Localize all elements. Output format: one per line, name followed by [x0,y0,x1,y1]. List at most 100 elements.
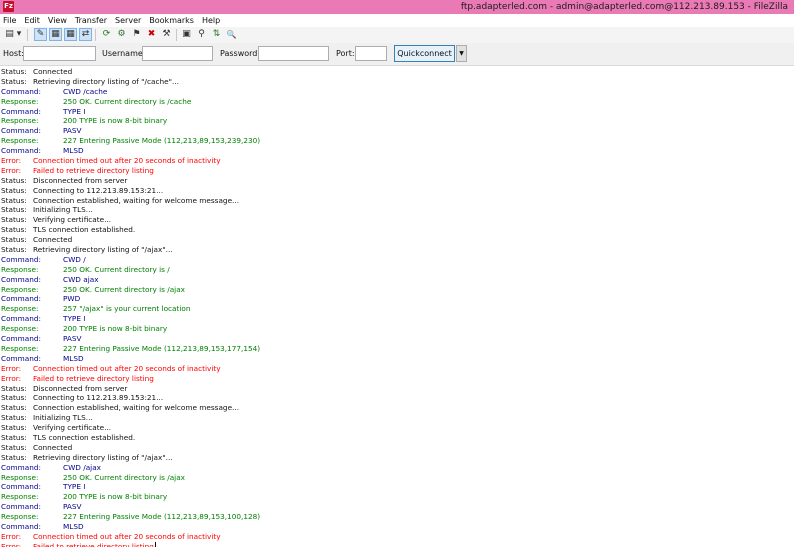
host-label: Host: [3,49,24,58]
log-entry-response: Response: 227 Entering Passive Mode (112,… [0,344,794,354]
log-entry-command: Command: TYPE I [0,107,794,117]
sync-browsing-icon[interactable]: ⇅ [210,28,223,41]
menu-bar: File Edit View Transfer Server Bookmarks Help [0,14,794,27]
password-input[interactable] [258,46,329,61]
log-entry-error: Error: Failed to retrieve directory listi… [0,166,794,176]
toggle-local-tree-icon[interactable]: ▦ [49,28,62,41]
log-entry-message: 200 TYPE is now 8-bit binary [63,324,168,334]
log-entry-message: Connected [33,442,73,452]
log-entry-status: Status: Disconnected from server [0,384,794,394]
log-entry-label: Error: [1,531,22,541]
log-entry-response: Response: 200 TYPE is now 8-bit binary [0,116,794,126]
log-entry-message: Retrieving directory listing of "/ajax".… [33,245,173,255]
log-entry-message: Verifying certificate... [33,423,112,433]
menu-file[interactable]: File [0,14,20,27]
port-input[interactable] [355,46,387,61]
log-entry-label: Response: [1,116,39,126]
log-entry-label: Response: [1,136,39,146]
password-label: Password: [220,49,261,58]
log-entry-error: Error: Connection timed out after 20 seco… [0,156,794,166]
search-files-icon[interactable]: 🔍 [225,28,238,41]
username-input[interactable] [142,46,213,61]
log-entry-message: 200 TYPE is now 8-bit binary [63,492,168,502]
log-entry-message: Retrieving directory listing of "/cache"… [33,76,179,86]
log-entry-command: Command: PASV [0,126,794,136]
log-entry-command: Command: PASV [0,502,794,512]
log-entry-message: 200 TYPE is now 8-bit binary [63,116,168,126]
toolbar-separator [95,29,96,41]
toggle-transfer-queue-icon[interactable]: ⇄ [79,28,92,41]
log-entry-message: Disconnected from server [33,383,128,393]
log-entry-label: Status: [1,442,27,452]
log-entry-response: Response: 200 TYPE is now 8-bit binary [0,324,794,334]
log-entry-message: Connection timed out after 20 seconds of… [33,156,221,166]
log-entry-command: Command: CWD / [0,255,794,265]
menu-server[interactable]: Server [111,14,145,27]
menu-view[interactable]: View [44,14,71,27]
log-entry-command: Command: TYPE I [0,314,794,324]
log-entry-label: Command: [1,126,41,136]
log-entry-command: Command: PWD [0,294,794,304]
filezilla-app-icon[interactable]: Fz [3,1,14,12]
toolbar-separator [27,29,28,41]
log-entry-message: Connecting to 112.213.89.153:21... [33,393,164,403]
toggle-remote-tree-icon[interactable]: ▦ [64,28,77,41]
log-entry-label: Status: [1,393,27,403]
menu-edit[interactable]: Edit [20,14,44,27]
username-label: Username: [102,49,146,58]
disconnect-icon[interactable]: ✖ [145,28,158,41]
log-entry-error: Error: Connection timed out after 20 seco… [0,364,794,374]
log-entry-message: 250 OK. Current directory is / [63,264,170,274]
log-entry-status: Status: Connection established, waiting f… [0,196,794,206]
directory-comparison-icon[interactable]: ▣ [180,28,193,41]
log-entry-response: Response: 250 OK. Current directory is / [0,265,794,275]
log-entry-label: Command: [1,314,41,324]
cancel-operation-icon[interactable]: ⚑ [130,28,143,41]
log-entry-label: Command: [1,521,41,531]
menu-help[interactable]: Help [198,14,224,27]
log-entry-message: Verifying certificate... [33,215,112,225]
log-entry-label: Status: [1,215,27,225]
log-entry-status: Status: Retrieving directory listing of "… [0,245,794,255]
log-entry-message: 227 Entering Passive Mode (112,213,89,15… [63,343,261,353]
log-entry-response: Response: 227 Entering Passive Mode (112,… [0,512,794,522]
title-bar: Fz ftp.adapterled.com - admin@adapterled… [0,0,794,14]
quickconnect-button[interactable]: Quickconnect [394,45,455,62]
log-entry-status: Status: Connecting to 112.213.89.153:21..… [0,393,794,403]
log-entry-label: Command: [1,334,41,344]
log-entry-label: Command: [1,294,41,304]
menu-transfer[interactable]: Transfer [71,14,111,27]
log-entry-message: CWD /ajax [63,462,101,472]
log-entry-message: 250 OK. Current directory is /ajax [63,472,185,482]
process-queue-icon[interactable]: ⚙ [115,28,128,41]
log-entry-status: Status: Verifying certificate... [0,423,794,433]
log-entry-status: Status: Retrieving directory listing of "… [0,77,794,87]
reconnect-icon[interactable]: ⚒ [160,28,173,41]
log-entry-message: TYPE I [63,482,86,492]
log-entry-message: PWD [63,294,81,304]
log-entry-label: Error: [1,156,22,166]
log-entry-response: Response: 250 OK. Current directory is /a… [0,285,794,295]
refresh-icon[interactable]: ⟳ [100,28,113,41]
port-label: Port: [336,49,355,58]
log-entry-response: Response: 227 Entering Passive Mode (112,… [0,136,794,146]
log-entry-label: Response: [1,324,39,334]
log-entry-error: Error: Connection timed out after 20 seco… [0,532,794,542]
menu-bookmarks[interactable]: Bookmarks [145,14,198,27]
message-log[interactable]: Status: Connected Status: Retrieving direct… [0,67,794,547]
log-entry-message: TLS connection established. [33,432,136,442]
quickconnect-history-dropdown-icon[interactable]: ▼ [456,45,467,62]
log-entry-command: Command: TYPE I [0,482,794,492]
log-entry-command: Command: MLSD [0,146,794,156]
log-entry-status: Status: TLS connection established. [0,433,794,443]
log-entry-response: Response: 250 OK. Current directory is /a… [0,473,794,483]
log-entry-message: PASV [63,334,82,344]
filter-icon[interactable]: ⚲ [195,28,208,41]
log-entry-message: MLSD [63,146,84,156]
site-manager-dropdown-icon[interactable]: ▾ [15,28,23,41]
log-entry-message: Connected [33,235,73,245]
log-entry-error: Error: Failed to retrieve directory listi… [0,374,794,384]
host-input[interactable] [23,46,96,61]
log-entry-message: Retrieving directory listing of "/ajax".… [33,452,173,462]
toggle-message-log-icon[interactable]: ✎ [34,28,47,41]
